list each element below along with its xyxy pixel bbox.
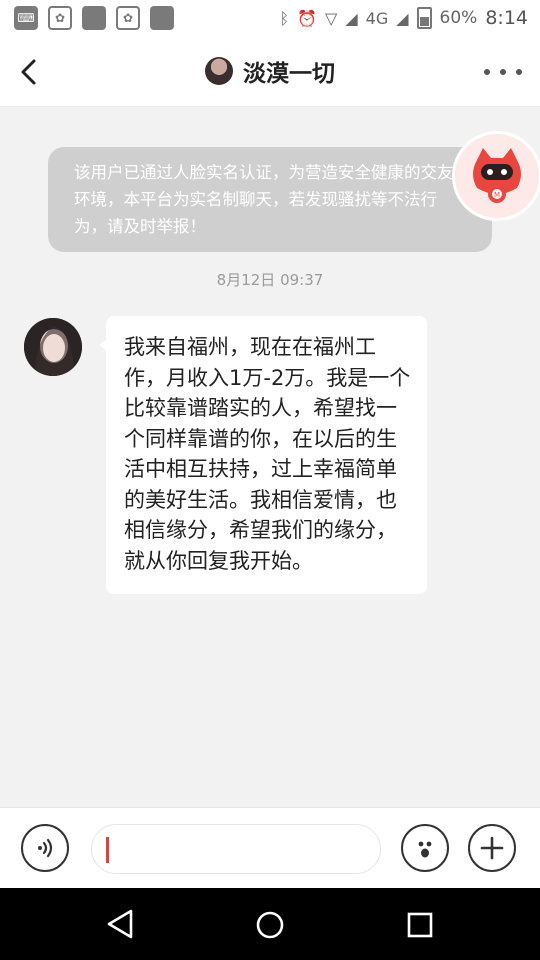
keyboard-icon: ⌨ <box>14 6 38 30</box>
text-caret <box>106 837 109 863</box>
chat-title[interactable]: 淡漠一切 <box>205 54 335 88</box>
app-notification-icon-2 <box>150 6 174 30</box>
dot-icon <box>500 69 506 75</box>
emoji-icon <box>418 841 432 858</box>
svg-text:M: M <box>494 191 500 199</box>
nav-back-icon[interactable] <box>105 908 135 940</box>
chevron-left-icon <box>21 59 36 85</box>
bluetooth-icon: ᛒ <box>279 8 290 28</box>
dot-icon <box>516 69 522 75</box>
avatar-photo <box>24 318 82 376</box>
message-input[interactable] <box>91 824 381 874</box>
wifi-icon: ▽ <box>325 8 338 28</box>
clock: 8:14 <box>485 7 528 29</box>
nav-recents-icon[interactable] <box>407 912 433 938</box>
plus-icon <box>480 836 504 860</box>
chat-message-list[interactable]: 该用户已通过人脸实名认证，为营造安全健康的交友环境，本平台为实名制聊天，若发现骚… <box>0 107 540 807</box>
app-notification-icon <box>82 6 106 30</box>
dot-icon <box>484 69 490 75</box>
baidu-paw-icon-2: ✿ <box>116 6 140 30</box>
message-timestamp: 8月12日 09:37 <box>216 271 324 289</box>
battery-icon <box>416 7 432 29</box>
message-bubble[interactable]: 我来自福州，现在在福州工作，月收入1万-2万。我是一个比较靠谱踏实的人，希望找一… <box>106 316 427 594</box>
safety-notice: 该用户已通过人脸实名认证，为营造安全健康的交友环境，本平台为实名制聊天，若发现骚… <box>48 147 492 252</box>
status-bar: ⌨ ✿ ✿ ᛒ ⏰ ▽ ◢ 4G ◢ 60% 8:14 <box>0 0 540 36</box>
back-button[interactable] <box>14 56 46 88</box>
baidu-paw-icon: ✿ <box>48 6 72 30</box>
emoji-button[interactable] <box>401 824 449 872</box>
contact-avatar-small <box>205 57 233 85</box>
notification-icons: ⌨ ✿ ✿ <box>0 6 174 30</box>
voice-icon <box>38 838 53 858</box>
battery-percent: 60% <box>439 8 478 28</box>
nav-home-icon[interactable] <box>255 910 285 940</box>
signal-icon-2: ◢ <box>396 8 409 28</box>
alarm-icon: ⏰ <box>297 8 318 28</box>
system-nav-bar <box>0 888 540 960</box>
more-options-button[interactable] <box>484 62 522 82</box>
mascot-icon: M <box>473 148 521 203</box>
more-actions-button[interactable] <box>468 824 516 872</box>
mascot-floating-button[interactable]: M <box>452 131 540 221</box>
signal-icon: ◢ <box>345 8 358 28</box>
network-type: 4G <box>365 8 389 28</box>
voice-input-button[interactable] <box>21 824 69 872</box>
chat-header: 淡漠一切 <box>0 36 540 107</box>
contact-name: 淡漠一切 <box>243 61 335 87</box>
system-status: ᛒ ⏰ ▽ ◢ 4G ◢ 60% 8:14 <box>279 7 540 29</box>
peer-avatar[interactable] <box>24 318 82 376</box>
input-bar <box>0 807 540 889</box>
